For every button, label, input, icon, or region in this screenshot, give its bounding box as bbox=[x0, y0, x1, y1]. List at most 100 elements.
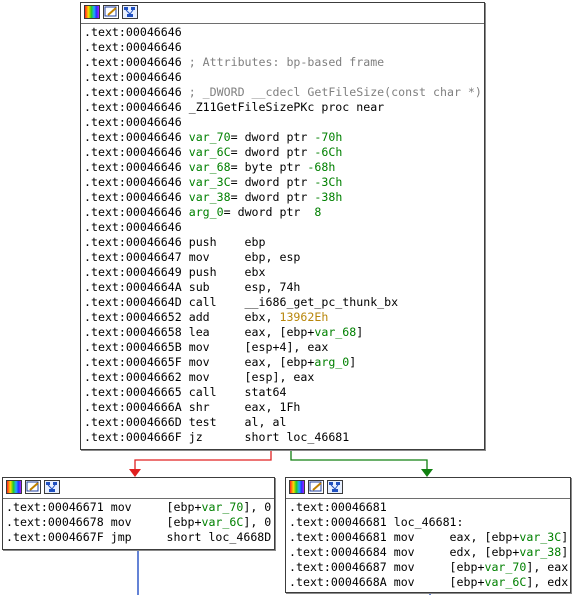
code-line[interactable]: .text:0004664A sub esp, 74h bbox=[84, 280, 484, 295]
variable-token[interactable]: var_68 bbox=[314, 325, 356, 339]
code-line[interactable]: .text:00046684 mov edx, [ebp+var_38] bbox=[289, 545, 570, 560]
instruction-text[interactable]: jz short loc_46681 bbox=[189, 430, 350, 444]
code-line[interactable]: .text:00046681 loc_46681: bbox=[289, 515, 570, 530]
instruction-text[interactable]: -68h bbox=[307, 160, 335, 174]
right-basic-block[interactable]: .text:00046681 .text:00046681 loc_46681:.… bbox=[285, 477, 571, 593]
address[interactable]: .text:00046646 bbox=[84, 205, 182, 219]
edit-pencil-icon[interactable] bbox=[103, 5, 119, 19]
address[interactable]: .text:00046681 bbox=[289, 530, 387, 544]
address[interactable]: .text:00046646 bbox=[84, 40, 182, 54]
variable-token[interactable]: var_68 bbox=[189, 160, 231, 174]
comment-text[interactable]: ; _DWORD __cdecl GetFileSize(const char … bbox=[189, 85, 482, 99]
instruction-text[interactable]: 13962Eh bbox=[279, 310, 328, 324]
instruction-text[interactable]: mov eax, [ebp+ bbox=[394, 530, 520, 544]
instruction-text[interactable]: mov [esp], eax bbox=[189, 370, 315, 384]
instruction-text[interactable]: -38h bbox=[314, 190, 342, 204]
code-line[interactable]: .text:00046687 mov [ebp+var_70], eax bbox=[289, 560, 570, 575]
code-line[interactable]: .text:00046671 mov [ebp+var_70], 0 bbox=[6, 500, 274, 515]
instruction-text[interactable]: mov eax, [ebp+ bbox=[189, 355, 315, 369]
address[interactable]: .text:00046646 bbox=[84, 115, 182, 129]
code-line[interactable]: .text:00046646 var_6C= dword ptr -6Ch bbox=[84, 145, 484, 160]
code-line[interactable]: .text:00046658 lea eax, [ebp+var_68] bbox=[84, 325, 484, 340]
address[interactable]: .text:00046646 bbox=[84, 25, 182, 39]
instruction-text[interactable]: -3Ch bbox=[314, 175, 342, 189]
code-line[interactable]: .text:00046652 add ebx, 13962Eh bbox=[84, 310, 484, 325]
instruction-text[interactable]: -6Ch bbox=[314, 145, 342, 159]
instruction-text[interactable]: = dword ptr bbox=[231, 175, 315, 189]
instruction-text[interactable]: = dword ptr bbox=[231, 130, 315, 144]
address[interactable]: .text:00046646 bbox=[84, 235, 182, 249]
instruction-text[interactable]: _Z11GetFileSizePKc proc near bbox=[189, 100, 384, 114]
instruction-text[interactable]: ] bbox=[561, 545, 568, 559]
instruction-text[interactable]: 8 bbox=[314, 205, 321, 219]
instruction-text[interactable]: mov [ebp+ bbox=[394, 575, 485, 589]
instruction-text[interactable]: sub esp, 74h bbox=[189, 280, 301, 294]
variable-token[interactable]: arg_0 bbox=[314, 355, 349, 369]
address[interactable]: .text:00046646 bbox=[84, 70, 182, 84]
code-line[interactable]: .text:00046646 push ebp bbox=[84, 235, 484, 250]
code-line[interactable]: .text:00046646 ; Attributes: bp-based fr… bbox=[84, 55, 484, 70]
code-line[interactable]: .text:0004664D call __i686_get_pc_thunk_… bbox=[84, 295, 484, 310]
instruction-text[interactable]: = dword ptr bbox=[231, 190, 315, 204]
address[interactable]: .text:00046684 bbox=[289, 545, 387, 559]
variable-token[interactable]: var_38 bbox=[519, 545, 561, 559]
instruction-text[interactable]: = dword ptr bbox=[231, 145, 315, 159]
address[interactable]: .text:00046652 bbox=[84, 310, 182, 324]
variable-token[interactable]: var_3C bbox=[189, 175, 231, 189]
code-line[interactable]: .text:00046646 var_68= byte ptr -68h bbox=[84, 160, 484, 175]
address[interactable]: .text:00046662 bbox=[84, 370, 182, 384]
instruction-text[interactable]: ], 0 bbox=[243, 515, 271, 529]
code-line[interactable]: .text:00046647 mov ebp, esp bbox=[84, 250, 484, 265]
instruction-text[interactable]: test al, al bbox=[189, 415, 287, 429]
address[interactable]: .text:00046646 bbox=[84, 55, 182, 69]
address[interactable]: .text:00046681 bbox=[289, 515, 387, 529]
variable-token[interactable]: var_3C bbox=[519, 530, 561, 544]
address[interactable]: .text:0004664D bbox=[84, 295, 182, 309]
code-line[interactable]: .text:0004665B mov [esp+4], eax bbox=[84, 340, 484, 355]
comment-text[interactable]: ; Attributes: bp-based frame bbox=[189, 55, 384, 69]
address[interactable]: .text:00046687 bbox=[289, 560, 387, 574]
code-line[interactable]: .text:00046662 mov [esp], eax bbox=[84, 370, 484, 385]
color-palette-icon[interactable] bbox=[6, 480, 22, 494]
graph-view-icon[interactable] bbox=[44, 480, 60, 494]
code-line[interactable]: .text:00046646 bbox=[84, 25, 484, 40]
code-line[interactable]: .text:0004666D test al, al bbox=[84, 415, 484, 430]
instruction-text[interactable]: mov ebp, esp bbox=[189, 250, 301, 264]
code-line[interactable]: .text:00046646 var_38= dword ptr -38h bbox=[84, 190, 484, 205]
instruction-text[interactable]: mov [ebp+ bbox=[111, 500, 202, 514]
address[interactable]: .text:00046647 bbox=[84, 250, 182, 264]
right-block-code[interactable]: .text:00046681 .text:00046681 loc_46681:.… bbox=[289, 500, 570, 590]
variable-token[interactable]: var_6C bbox=[201, 515, 243, 529]
address[interactable]: .text:00046646 bbox=[84, 130, 182, 144]
color-palette-icon[interactable] bbox=[84, 5, 100, 19]
instruction-text[interactable]: call stat64 bbox=[189, 385, 287, 399]
address[interactable]: .text:00046681 bbox=[289, 500, 387, 514]
code-line[interactable]: .text:00046646 bbox=[84, 40, 484, 55]
instruction-text[interactable]: push ebp bbox=[189, 235, 266, 249]
graph-view-icon[interactable] bbox=[327, 480, 343, 494]
instruction-text[interactable]: mov [ebp+ bbox=[394, 560, 485, 574]
address[interactable]: .text:00046646 bbox=[84, 175, 182, 189]
instruction-text[interactable]: ], eax bbox=[526, 560, 568, 574]
edit-pencil-icon[interactable] bbox=[308, 480, 324, 494]
code-line[interactable]: .text:00046646 _Z11GetFileSizePKc proc n… bbox=[84, 100, 484, 115]
address[interactable]: .text:0004667F bbox=[6, 530, 104, 544]
address[interactable]: .text:00046646 bbox=[84, 220, 182, 234]
instruction-text[interactable]: = byte ptr bbox=[231, 160, 308, 174]
address[interactable]: .text:00046665 bbox=[84, 385, 182, 399]
code-line[interactable]: .text:0004667F jmp short loc_4668D bbox=[6, 530, 274, 545]
instruction-text[interactable]: jmp short loc_4668D bbox=[111, 530, 272, 544]
main-basic-block[interactable]: .text:00046646 .text:00046646 .text:000466… bbox=[80, 2, 485, 450]
instruction-text[interactable]: mov [ebp+ bbox=[111, 515, 202, 529]
address[interactable]: .text:0004665F bbox=[84, 355, 182, 369]
code-line[interactable]: .text:00046646 bbox=[84, 220, 484, 235]
instruction-text[interactable]: mov edx, [ebp+ bbox=[394, 545, 520, 559]
address[interactable]: .text:00046658 bbox=[84, 325, 182, 339]
instruction-text[interactable]: push ebx bbox=[189, 265, 266, 279]
address[interactable]: .text:00046646 bbox=[84, 160, 182, 174]
node-titlebar[interactable] bbox=[3, 478, 274, 499]
code-line[interactable]: .text:00046646 bbox=[84, 70, 484, 85]
address[interactable]: .text:00046649 bbox=[84, 265, 182, 279]
main-block-code[interactable]: .text:00046646 .text:00046646 .text:000466… bbox=[84, 25, 484, 445]
instruction-text[interactable]: = dword ptr bbox=[224, 205, 315, 219]
